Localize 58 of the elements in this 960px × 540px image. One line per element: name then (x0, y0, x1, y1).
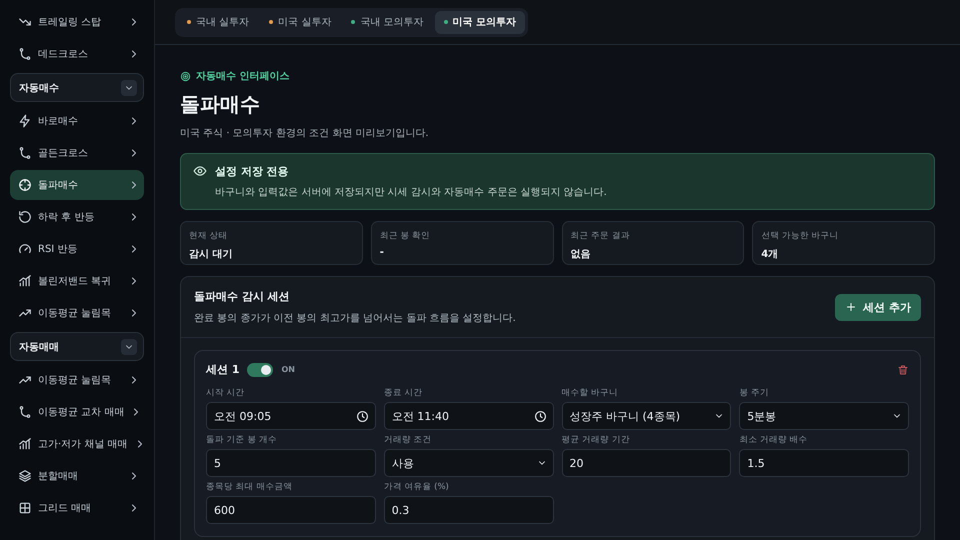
stat-value: 없음 (570, 248, 592, 261)
stat-label: 현재 상태 (189, 230, 229, 242)
page-title: 돌파매수 (180, 91, 261, 118)
field-label: 가격 여유율 (%) (384, 481, 450, 493)
panel-description: 완료 봉의 종가가 이전 봉의 최고가를 넘어서는 돌파 흐름을 설정합니다. (194, 312, 517, 325)
stat-label: 최근 주문 결과 (570, 230, 631, 242)
sidebar-item[interactable]: 고가·저가 채널 매매 (10, 429, 144, 459)
sidebar-item[interactable]: 분할매매 (10, 461, 144, 491)
sidebar-item[interactable]: 이동평균 눌림목 (10, 365, 144, 395)
session-title: 세션 1 (206, 362, 240, 377)
input-field[interactable]: 20 (562, 449, 732, 477)
tab[interactable]: 미국 실투자 (260, 10, 340, 34)
field-label: 평균 거래량 기간 (562, 434, 631, 446)
toggle-label: ON (281, 365, 295, 374)
select-field[interactable]: 성장주 바구니 (4종목) (562, 402, 732, 430)
sidebar-item[interactable]: 골든크로스 (10, 138, 144, 168)
tab[interactable]: 국내 실투자 (178, 10, 258, 34)
notice-title: 설정 저장 전용 (215, 164, 290, 179)
select-field[interactable]: 5분봉 (739, 402, 909, 430)
sidebar-item[interactable]: RSI 반등 (10, 234, 144, 264)
stat-value: 감시 대기 (189, 248, 234, 261)
tab[interactable]: 국내 모의투자 (342, 10, 433, 34)
sidebar-item[interactable]: 이동평균 교차 매매 (10, 397, 144, 427)
field-label: 거래량 조건 (384, 434, 432, 446)
tab[interactable]: 미국 모의투자 (434, 10, 526, 34)
field-label: 종료 시간 (384, 387, 424, 399)
field-label: 돌파 기준 봉 개수 (206, 434, 278, 446)
sidebar-item[interactable]: 트레일링 스탑 (10, 7, 144, 37)
field-label: 봉 주기 (739, 387, 770, 399)
sidebar-item[interactable]: 돌파매수 (10, 170, 144, 200)
stat-value: - (380, 247, 385, 258)
panel-title: 돌파매수 감시 세션 (194, 289, 291, 304)
sidebar-item[interactable]: 그리드 매매 (10, 493, 144, 523)
page-subtitle: 미국 주식 · 모의투자 환경의 조건 화면 미리보기입니다. (180, 127, 430, 140)
field-label: 최소 거래량 배수 (739, 434, 809, 446)
time-field[interactable]: 오전 09:05 (206, 402, 376, 430)
time-field[interactable]: 오전 11:40 (384, 402, 554, 430)
input-field[interactable]: 5 (206, 449, 376, 477)
sidebar-group-header[interactable]: 자동매수 (10, 73, 144, 102)
input-field[interactable]: 600 (206, 496, 376, 524)
field-label: 시작 시간 (206, 387, 246, 399)
sidebar-item[interactable]: 볼린저밴드 복귀 (10, 266, 144, 296)
sidebar-group-header[interactable]: 자동매매 (10, 332, 144, 361)
sidebar-item[interactable]: 하락 후 반등 (10, 202, 144, 232)
sidebar-item[interactable]: 바로매수 (10, 106, 144, 136)
field-label: 매수할 바구니 (562, 387, 620, 399)
sidebar-item[interactable]: 데드크로스 (10, 39, 144, 69)
stat-label: 최근 봉 확인 (380, 230, 432, 242)
stat-value: 4개 (761, 248, 780, 261)
field-label: 종목당 최대 매수금액 (206, 481, 294, 493)
select-field[interactable]: 사용 (384, 449, 554, 477)
sidebar-item[interactable]: 이동평균 눌림목 (10, 298, 144, 328)
stat-label: 선택 가능한 바구니 (761, 230, 840, 242)
add-session-button[interactable]: 세션 추가 (835, 294, 921, 320)
input-field[interactable]: 1.5 (739, 449, 909, 477)
section-eyebrow: 자동매수 인터페이스 (196, 70, 290, 83)
input-field[interactable]: 0.3 (384, 496, 554, 524)
notice-text: 바구니와 입력값은 서버에 저장되지만 시세 감시와 자동매수 주문은 실행되지 않습니다. (215, 186, 607, 199)
